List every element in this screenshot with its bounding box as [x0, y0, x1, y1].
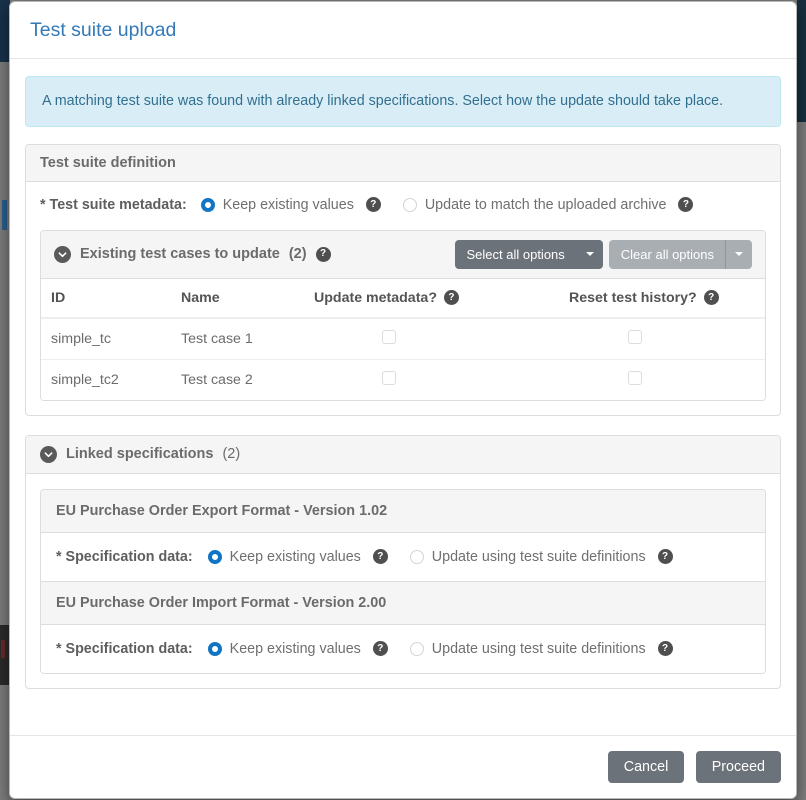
backdrop-navy-right [797, 0, 806, 122]
existing-test-cases-panel: Existing test cases to update (2) ? Sele… [40, 229, 766, 401]
help-icon-update-metadata[interactable]: ? [443, 290, 459, 306]
table-row: simple_tc Test case 1 [41, 317, 765, 360]
checkbox-update-metadata[interactable] [382, 370, 396, 385]
linked-specifications-body: EU Purchase Order Export Format - Versio… [26, 474, 780, 688]
column-header-update-metadata: Update metadata? ? [304, 278, 559, 319]
existing-test-cases-toggle[interactable]: Existing test cases to update (2) ? [54, 245, 331, 263]
linked-specifications-toggle[interactable]: Linked specifications (2) [26, 435, 780, 474]
backdrop-blue-strip [2, 200, 7, 230]
checkbox-reset-history[interactable] [628, 370, 642, 385]
test-suite-definition-heading: Test suite definition [26, 144, 780, 182]
radio-spec1-keep-existing[interactable]: Keep existing values ? [207, 548, 388, 565]
radio-metadata-keep-existing[interactable]: Keep existing values ? [200, 196, 381, 213]
help-icon-existing-test-cases[interactable]: ? [315, 246, 331, 262]
column-header-update-metadata-text: Update metadata? [314, 289, 437, 306]
test-cases-table: ID Name Update metadata? ? Reset test hi… [41, 278, 765, 400]
dialog-body: A matching test suite was found with alr… [10, 59, 796, 735]
caret-down-icon [585, 252, 594, 257]
select-all-options-dropdown-toggle[interactable] [575, 239, 603, 269]
specification-data-label: * Specification data: [56, 640, 193, 657]
select-all-options-group: Select all options [454, 239, 603, 269]
radio-spec2-update-definitions-label: Update using test suite definitions [431, 640, 646, 657]
radio-spec1-update-definitions-label: Update using test suite definitions [431, 548, 646, 565]
radio-spec1-keep-existing-input[interactable] [207, 549, 222, 564]
specification-header: EU Purchase Order Import Format - Versio… [41, 581, 765, 625]
test-suite-metadata-row: * Test suite metadata: Keep existing val… [40, 197, 766, 213]
help-icon-spec2-keep-existing[interactable]: ? [372, 641, 388, 657]
help-icon-spec1-keep-existing[interactable]: ? [372, 549, 388, 565]
radio-metadata-update-archive-input[interactable] [402, 197, 417, 212]
table-header-row: ID Name Update metadata? ? Reset test hi… [41, 278, 765, 319]
caret-down-icon [735, 252, 743, 257]
clear-all-options-button[interactable]: Clear all options [608, 239, 725, 269]
test-suite-metadata-label: * Test suite metadata: [40, 196, 187, 213]
radio-spec1-update-definitions[interactable]: Update using test suite definitions ? [409, 548, 673, 565]
radio-spec2-keep-existing-input[interactable] [207, 641, 222, 656]
specification-options-row: * Specification data: Keep existing valu… [41, 532, 765, 582]
cell-name: Test case 1 [171, 317, 304, 360]
help-icon-reset-history[interactable]: ? [703, 290, 719, 306]
dialog-footer: Cancel Proceed [10, 735, 796, 798]
help-icon-metadata-update-archive[interactable]: ? [678, 197, 694, 213]
existing-test-cases-count: (2) [288, 246, 307, 263]
radio-metadata-keep-existing-label: Keep existing values [222, 196, 354, 213]
cell-id: simple_tc [41, 317, 171, 360]
checkbox-update-metadata[interactable] [382, 329, 396, 344]
cell-reset-history [559, 317, 765, 360]
specification-options-row: * Specification data: Keep existing valu… [41, 624, 765, 673]
checkbox-reset-history[interactable] [628, 329, 642, 344]
column-header-name: Name [171, 278, 304, 319]
existing-test-cases-header: Existing test cases to update (2) ? Sele… [41, 230, 765, 279]
test-suite-definition-body: * Test suite metadata: Keep existing val… [26, 182, 780, 415]
linked-specifications-panel: Linked specifications (2) EU Purchase Or… [25, 434, 781, 689]
specification-header: EU Purchase Order Export Format - Versio… [41, 489, 765, 533]
cell-update-metadata [304, 317, 559, 360]
backdrop-red-strip [1, 640, 5, 658]
radio-spec2-update-definitions[interactable]: Update using test suite definitions ? [409, 640, 673, 657]
dialog-title: Test suite upload [30, 19, 177, 41]
radio-spec1-keep-existing-label: Keep existing values [229, 548, 361, 565]
help-icon-spec1-update-definitions[interactable]: ? [657, 549, 673, 565]
linked-specifications-count: (2) [222, 446, 241, 463]
cell-reset-history [559, 359, 765, 400]
column-header-reset-history: Reset test history? ? [559, 278, 765, 319]
dialog-header: Test suite upload [10, 2, 796, 60]
clear-all-options-group: Clear all options [608, 239, 752, 269]
chevron-down-icon[interactable] [40, 445, 57, 463]
test-suite-upload-dialog: Test suite upload A matching test suite … [9, 1, 797, 799]
linked-specifications-title: Linked specifications [66, 446, 214, 463]
existing-test-cases-title: Existing test cases to update [80, 246, 280, 263]
test-suite-definition-panel: Test suite definition * Test suite metad… [25, 143, 781, 416]
select-all-options-button[interactable]: Select all options [454, 239, 576, 269]
specifications-list: EU Purchase Order Export Format - Versio… [40, 488, 766, 674]
radio-metadata-update-archive-label: Update to match the uploaded archive [424, 196, 667, 213]
clear-all-options-dropdown-toggle[interactable] [725, 239, 752, 269]
column-header-id: ID [41, 278, 171, 319]
proceed-button[interactable]: Proceed [695, 751, 781, 783]
specification-data-label: * Specification data: [56, 548, 193, 565]
radio-spec2-update-definitions-input[interactable] [409, 641, 424, 656]
chevron-down-icon[interactable] [54, 245, 71, 263]
cancel-button[interactable]: Cancel [607, 751, 685, 783]
help-icon-spec2-update-definitions[interactable]: ? [657, 641, 673, 657]
cell-update-metadata [304, 359, 559, 400]
existing-test-cases-actions: Select all options Clear all options [454, 239, 752, 269]
radio-spec2-keep-existing-label: Keep existing values [229, 640, 361, 657]
column-header-reset-history-text: Reset test history? [569, 289, 697, 306]
table-row: simple_tc2 Test case 2 [41, 359, 765, 400]
cell-id: simple_tc2 [51, 371, 119, 388]
info-alert: A matching test suite was found with alr… [25, 76, 781, 127]
cell-name: Test case 2 [181, 371, 253, 388]
radio-spec2-keep-existing[interactable]: Keep existing values ? [207, 640, 388, 657]
radio-metadata-keep-existing-input[interactable] [200, 197, 215, 212]
radio-spec1-update-definitions-input[interactable] [409, 549, 424, 564]
help-icon-metadata-keep-existing[interactable]: ? [365, 197, 381, 213]
radio-metadata-update-archive[interactable]: Update to match the uploaded archive ? [402, 196, 694, 213]
